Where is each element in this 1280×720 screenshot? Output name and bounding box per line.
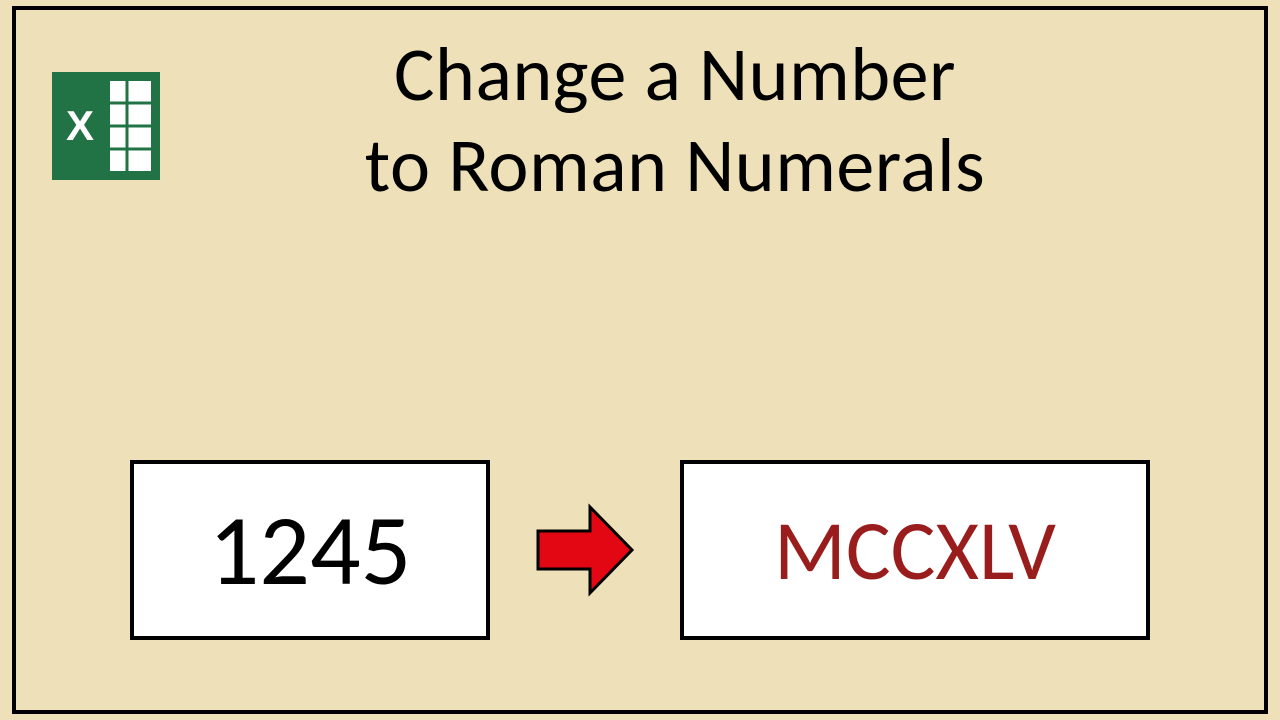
title-line-1: Change a Number bbox=[166, 30, 1184, 121]
input-number-box: 1245 bbox=[130, 460, 490, 640]
output-roman-value: MCCXLV bbox=[774, 499, 1056, 602]
title-line-2: to Roman Numerals bbox=[166, 121, 1184, 212]
right-arrow-icon bbox=[530, 495, 640, 605]
output-roman-box: MCCXLV bbox=[680, 460, 1150, 640]
header-row: X Change a Number to Roman Numerals bbox=[16, 10, 1264, 212]
svg-text:X: X bbox=[66, 102, 94, 149]
content-frame: X Change a Number to Roman Numerals 1245… bbox=[12, 6, 1268, 714]
excel-icon: X bbox=[46, 66, 166, 186]
title-block: Change a Number to Roman Numerals bbox=[166, 30, 1224, 212]
conversion-row: 1245 MCCXLV bbox=[16, 460, 1264, 640]
input-number-value: 1245 bbox=[209, 489, 412, 611]
